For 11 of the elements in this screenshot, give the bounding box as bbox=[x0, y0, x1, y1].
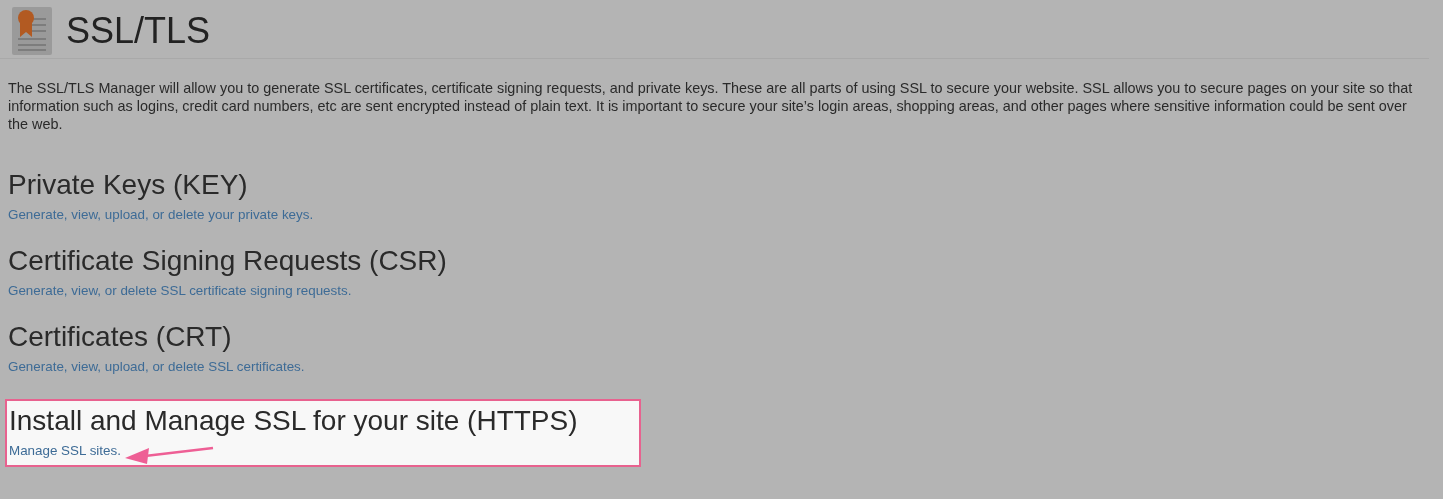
page-title: SSL/TLS bbox=[66, 10, 211, 52]
section-heading: Certificate Signing Requests (CSR) bbox=[8, 245, 448, 277]
section-link[interactable]: Manage SSL sites. bbox=[9, 443, 121, 458]
description-text: The SSL/TLS Manager will allow you to generate SSL certificates, certificate signing requests, and private keys. These are all parts of using SSL to secure your website. SSL allows you to secure pages on your site so that information such as logins, credit card numbers, etc are sent encrypted instead of plain text. It is important to secure your site’s login areas, shopping areas, and other pages where sensitive information could be sent over the web. bbox=[8, 79, 1414, 133]
certificate-icon bbox=[12, 7, 52, 55]
section-link[interactable]: Generate, view, or delete SSL certificate signing requests. bbox=[8, 283, 352, 298]
section-heading: Private Keys (KEY) bbox=[8, 169, 249, 201]
section-link[interactable]: Generate, view, upload, or delete your private keys. bbox=[8, 207, 314, 222]
section-heading: Install and Manage SSL for your site (HTTPS) bbox=[9, 405, 579, 437]
section-heading: Certificates (CRT) bbox=[8, 321, 233, 353]
section-link[interactable]: Generate, view, upload, or delete SSL certificates. bbox=[8, 359, 305, 374]
